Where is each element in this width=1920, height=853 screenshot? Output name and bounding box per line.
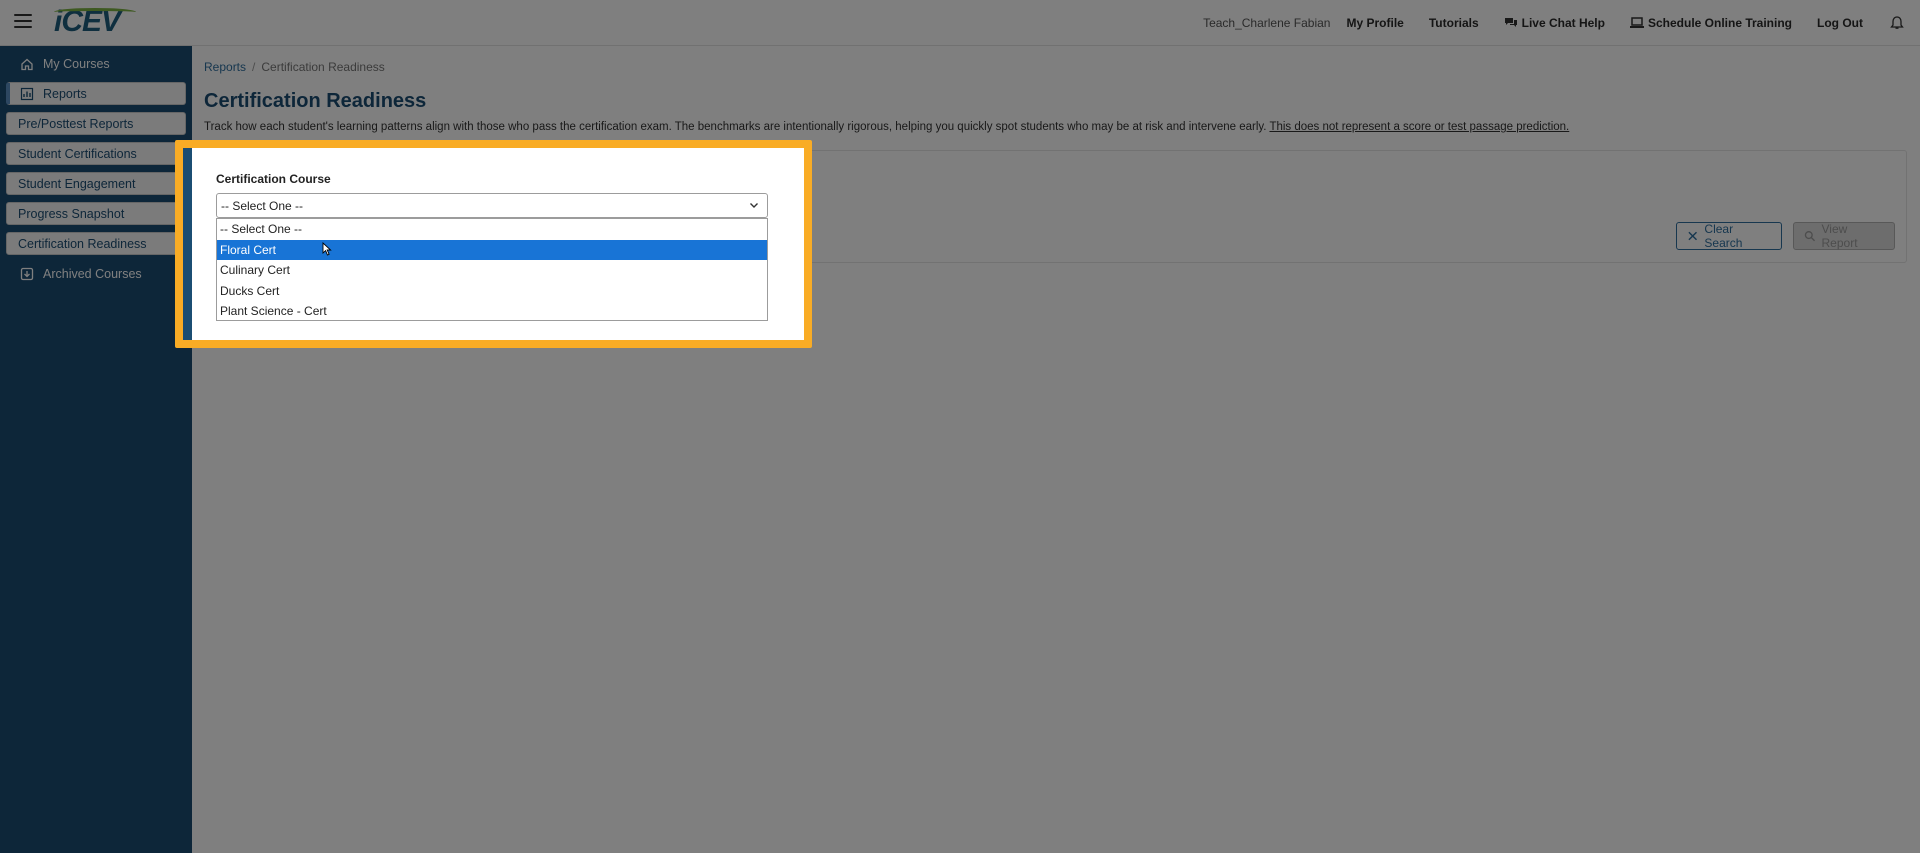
- mouse-pointer-icon: [322, 242, 332, 256]
- course-dropdown-list: -- Select One -- Floral Cert Culinary Ce…: [216, 218, 768, 321]
- dim-overlay: [0, 0, 1920, 853]
- certification-course-label: Certification Course: [216, 172, 331, 186]
- highlight-callout: Certification Course -- Select One -- --…: [175, 140, 812, 348]
- option-plant-science-cert[interactable]: Plant Science - Cert: [217, 301, 767, 322]
- certification-course-select[interactable]: -- Select One --: [216, 193, 768, 218]
- option-floral-cert[interactable]: Floral Cert: [217, 239, 767, 260]
- sidebar-edge-strip: [183, 148, 192, 340]
- chevron-down-icon: [750, 203, 758, 208]
- option-select-one[interactable]: -- Select One --: [217, 219, 767, 240]
- select-current-value: -- Select One --: [221, 198, 304, 213]
- option-culinary-cert[interactable]: Culinary Cert: [217, 260, 767, 281]
- option-ducks-cert[interactable]: Ducks Cert: [217, 281, 767, 302]
